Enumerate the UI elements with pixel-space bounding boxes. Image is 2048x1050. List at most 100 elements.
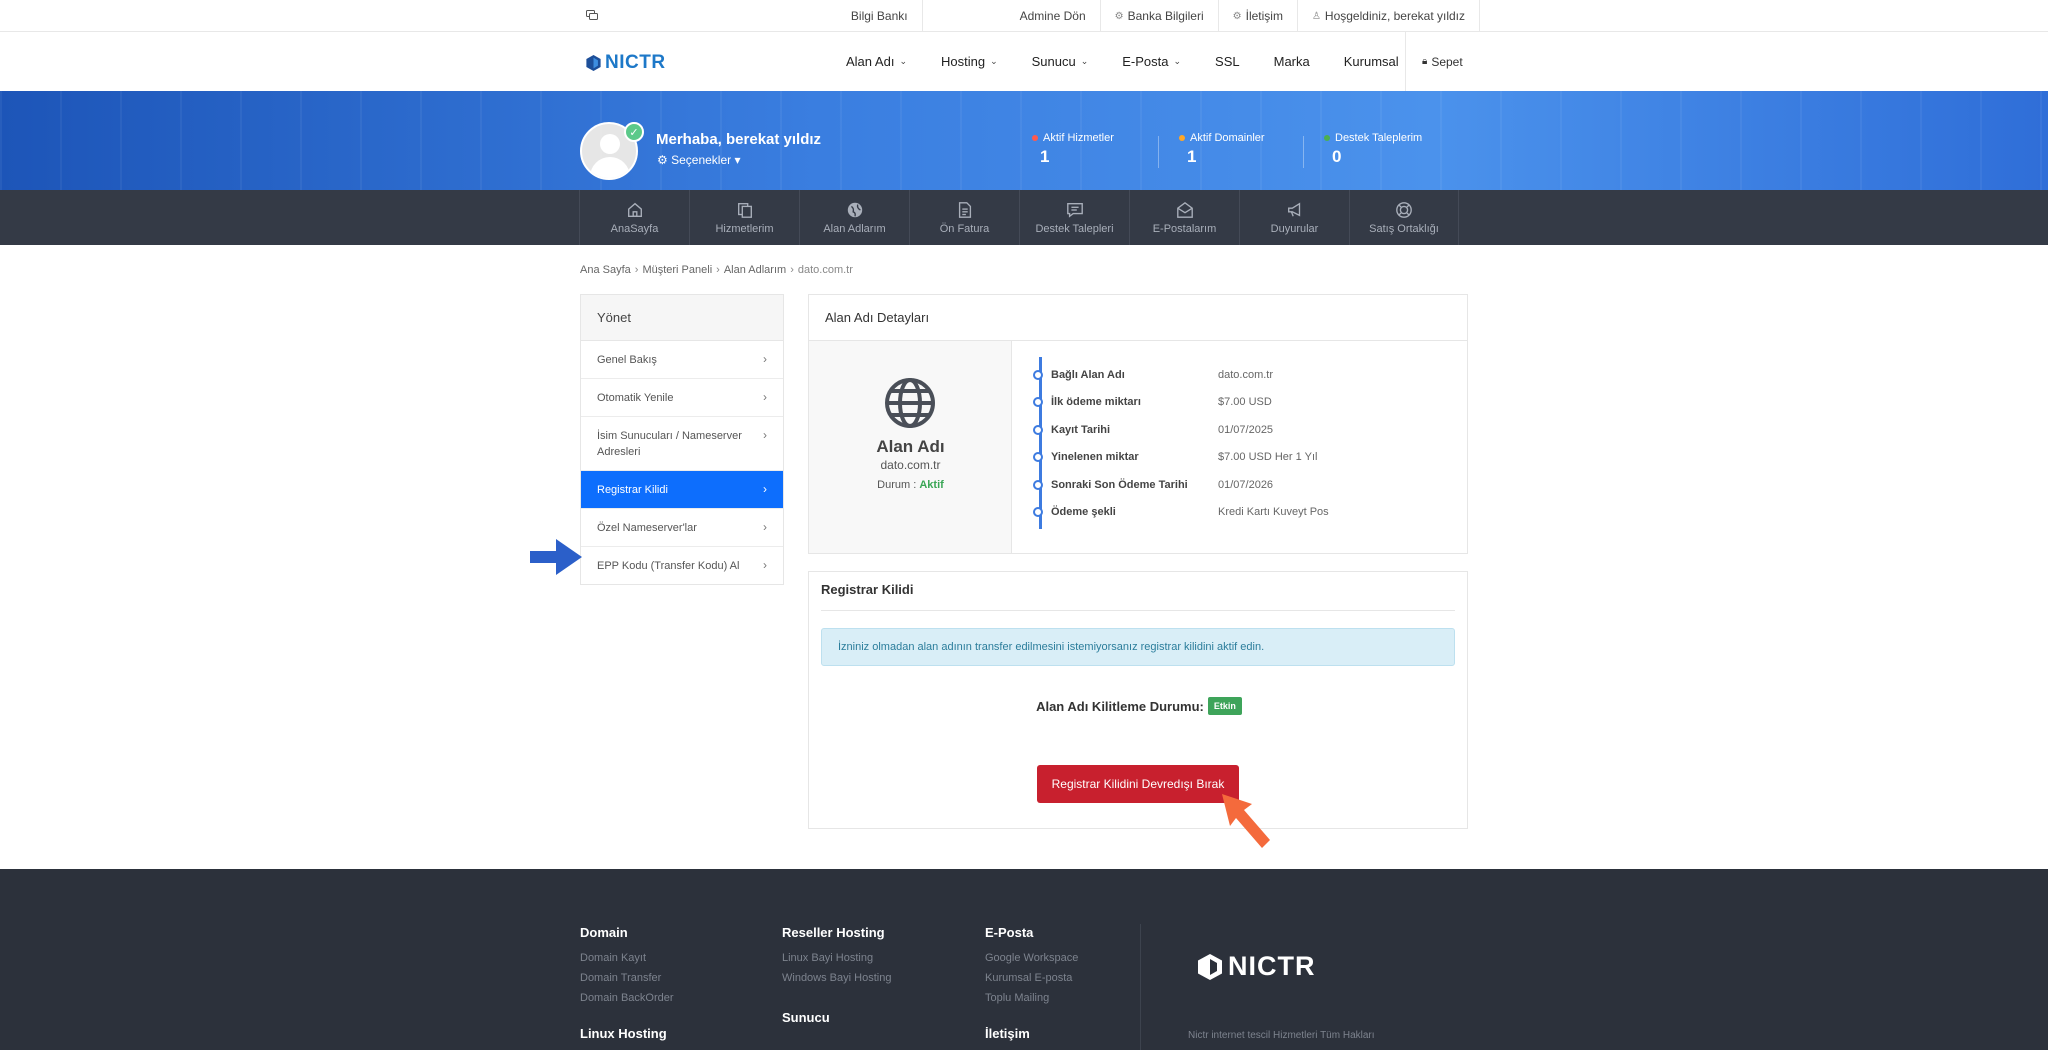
lock-status: Alan Adı Kilitleme Durumu: Etkin bbox=[809, 697, 1469, 715]
menu-announcements[interactable]: Duyurular bbox=[1239, 190, 1349, 245]
menu-affiliate[interactable]: Satış Ortaklığı bbox=[1349, 190, 1459, 245]
check-icon: ✓ bbox=[624, 122, 644, 142]
gear-icon: ⚙ bbox=[657, 153, 672, 167]
menu-invoice[interactable]: Ön Fatura bbox=[909, 190, 1019, 245]
nav-hosting[interactable]: Hosting ⌄ bbox=[941, 54, 998, 69]
status-dot-icon bbox=[1179, 135, 1185, 141]
domain-name: dato.com.tr bbox=[880, 458, 941, 472]
sidebar-item-nameservers[interactable]: İsim Sunucuları / Nameserver Adresleri › bbox=[581, 417, 783, 471]
menu-emails[interactable]: E-Postalarım bbox=[1129, 190, 1239, 245]
greeting: Merhaba, berekat yıldız bbox=[656, 131, 822, 148]
menu-services[interactable]: Hizmetlerim bbox=[689, 190, 799, 245]
status-badge: Aktif bbox=[919, 479, 944, 491]
sidebar-item-private-nameservers[interactable]: Özel Nameserver'lar › bbox=[581, 509, 783, 547]
invoice-icon bbox=[958, 201, 971, 218]
profile-banner: ✓ Merhaba, berekat yıldız ⚙ Seçenekler ▾… bbox=[0, 91, 2048, 190]
contact-link[interactable]: ⚙ İletişim bbox=[1217, 0, 1297, 32]
megaphone-icon bbox=[1287, 201, 1300, 217]
chevron-right-icon: › bbox=[763, 428, 767, 442]
disable-registrar-lock-button[interactable]: Registrar Kilidini Devredışı Bırak bbox=[1037, 765, 1239, 803]
user-icon: ♙ bbox=[1311, 10, 1321, 22]
pointer-arrow-icon bbox=[530, 539, 582, 575]
footer-link[interactable]: Linux Bayi Hosting bbox=[782, 952, 891, 964]
menu-home[interactable]: AnaSayfa bbox=[579, 190, 689, 245]
footer-logo[interactable]: NICTR bbox=[1198, 951, 1316, 982]
detail-row: Ödeme şekli Kredi Kartı Kuveyt Pos bbox=[1033, 504, 1329, 520]
footer-copyright: Nictr internet tescil Hizmetleri Tüm Hak… bbox=[1188, 1030, 1375, 1041]
welcome-user[interactable]: ♙ Hoşgeldiniz, berekat yıldız bbox=[1296, 0, 1480, 32]
nav-server[interactable]: Sunucu ⌄ bbox=[1032, 54, 1089, 69]
nav-ssl[interactable]: SSL bbox=[1215, 54, 1240, 69]
breadcrumb: Ana Sayfa › Müşteri Paneli › Alan Adlarım ›… bbox=[580, 264, 853, 276]
chevron-down-icon: ⌄ bbox=[899, 56, 907, 66]
manage-sidebar: Yönet Genel Bakış › Otomatik Yenile › İsim… bbox=[580, 294, 784, 585]
chevron-down-icon: ⌄ bbox=[1080, 56, 1089, 66]
domain-status: Durum : Aktif bbox=[877, 479, 944, 491]
breadcrumb-client-panel[interactable]: Müşteri Paneli bbox=[642, 264, 712, 276]
footer-link[interactable]: Domain Transfer bbox=[580, 972, 674, 984]
chevron-down-icon: ⌄ bbox=[1173, 56, 1182, 66]
logo-icon bbox=[586, 55, 601, 71]
options-dropdown[interactable]: ⚙ Seçenekler ▾ bbox=[657, 153, 741, 167]
detail-row: Yinelenen miktar $7.00 USD Her 1 Yıl bbox=[1033, 449, 1317, 465]
chevron-right-icon: › bbox=[763, 482, 767, 496]
admin-return-link[interactable]: Admine Dön bbox=[921, 0, 1100, 32]
footer-link[interactable]: Windows Bayi Hosting bbox=[782, 972, 891, 984]
client-menu: AnaSayfa Hizmetlerim Alan Adlarım Ön Fat… bbox=[0, 190, 2048, 245]
nav-brand[interactable]: Marka bbox=[1274, 54, 1310, 69]
chevron-right-icon: › bbox=[763, 558, 767, 572]
domain-box-title: Alan Adı bbox=[876, 437, 945, 456]
status-badge: Etkin bbox=[1207, 697, 1242, 715]
nav-domain[interactable]: Alan Adı ⌄ bbox=[846, 54, 907, 69]
footer-link[interactable]: Google Workspace bbox=[985, 952, 1078, 964]
chevron-right-icon: › bbox=[763, 352, 767, 366]
detail-row: Sonraki Son Ödeme Tarihi 01/07/2026 bbox=[1033, 477, 1273, 493]
stat-support-tickets[interactable]: Destek Taleplerim 0 bbox=[1324, 132, 1422, 167]
footer-link[interactable]: Domain BackOrder bbox=[580, 992, 674, 1004]
sidebar-item-overview[interactable]: Genel Bakış › bbox=[581, 341, 783, 379]
globe-icon bbox=[847, 202, 862, 217]
copy-icon bbox=[737, 202, 752, 218]
lifebuoy-icon bbox=[1396, 201, 1412, 218]
registrar-title: Registrar Kilidi bbox=[821, 582, 914, 597]
sidebar-item-auto-renew[interactable]: Otomatik Yenile › bbox=[581, 379, 783, 417]
chevron-right-icon: › bbox=[763, 390, 767, 404]
globe-icon bbox=[885, 378, 935, 428]
menu-support[interactable]: Destek Talepleri bbox=[1019, 190, 1129, 245]
knowledge-base-link[interactable]: Bilgi Bankı bbox=[837, 0, 922, 32]
sidebar-title: Yönet bbox=[581, 295, 783, 341]
main-nav: Alan Adı ⌄ Hosting ⌄ Sunucu ⌄ E-Posta ⌄ SSL … bbox=[846, 32, 1433, 91]
breadcrumb-current: dato.com.tr bbox=[797, 264, 853, 276]
nav-email[interactable]: E-Posta ⌄ bbox=[1122, 54, 1181, 69]
menu-domains[interactable]: Alan Adlarım bbox=[799, 190, 909, 245]
mail-icon bbox=[1176, 201, 1193, 218]
chat-icon[interactable] bbox=[580, 9, 620, 23]
site-logo[interactable]: NICTR bbox=[586, 52, 666, 74]
sidebar-item-registrar-lock[interactable]: Registrar Kilidi › bbox=[581, 471, 783, 509]
footer-link[interactable]: Domain Kayıt bbox=[580, 952, 674, 964]
sidebar-item-epp-code[interactable]: EPP Kodu (Transfer Kodu) Al › bbox=[581, 547, 783, 584]
cart-button[interactable]: 🔒︎ Sepet bbox=[1405, 32, 1463, 91]
top-bar: Bilgi Bankı Admine Dön ⚙ Banka Bilgileri … bbox=[0, 0, 2048, 32]
footer-link[interactable]: Kurumsal E-posta bbox=[985, 972, 1078, 984]
detail-row: Kayıt Tarihi 01/07/2025 bbox=[1033, 422, 1273, 438]
domain-summary: Alan Adı dato.com.tr Durum : Aktif bbox=[809, 341, 1012, 553]
pointer-arrow-icon bbox=[1222, 794, 1270, 848]
breadcrumb-domains[interactable]: Alan Adlarım bbox=[724, 264, 786, 276]
stat-active-domains[interactable]: Aktif Domainler 1 bbox=[1179, 132, 1265, 167]
detail-row: Bağlı Alan Adı dato.com.tr bbox=[1033, 367, 1273, 383]
status-dot-icon bbox=[1324, 135, 1330, 141]
chevron-down-icon: ⌄ bbox=[990, 56, 998, 66]
footer-link[interactable]: Toplu Mailing bbox=[985, 992, 1078, 1004]
footer-col-domain: Domain Domain Kayıt Domain Transfer Doma… bbox=[580, 925, 674, 1041]
nav-corporate[interactable]: Kurumsal bbox=[1344, 54, 1399, 69]
main-header: NICTR Alan Adı ⌄ Hosting ⌄ Sunucu ⌄ E-Posta… bbox=[0, 32, 2048, 91]
footer-col-email: E-Posta Google Workspace Kurumsal E-post… bbox=[985, 925, 1079, 1041]
detail-row: İlk ödeme miktarı $7.00 USD bbox=[1033, 394, 1272, 410]
breadcrumb-home[interactable]: Ana Sayfa bbox=[580, 264, 631, 276]
stat-active-services[interactable]: Aktif Hizmetler 1 bbox=[1032, 132, 1114, 167]
logo-icon bbox=[1198, 953, 1222, 980]
bank-info-link[interactable]: ⚙ Banka Bilgileri bbox=[1099, 0, 1218, 32]
gear-icon: ⚙ bbox=[1114, 10, 1124, 22]
caret-down-icon: ▾ bbox=[731, 153, 741, 167]
